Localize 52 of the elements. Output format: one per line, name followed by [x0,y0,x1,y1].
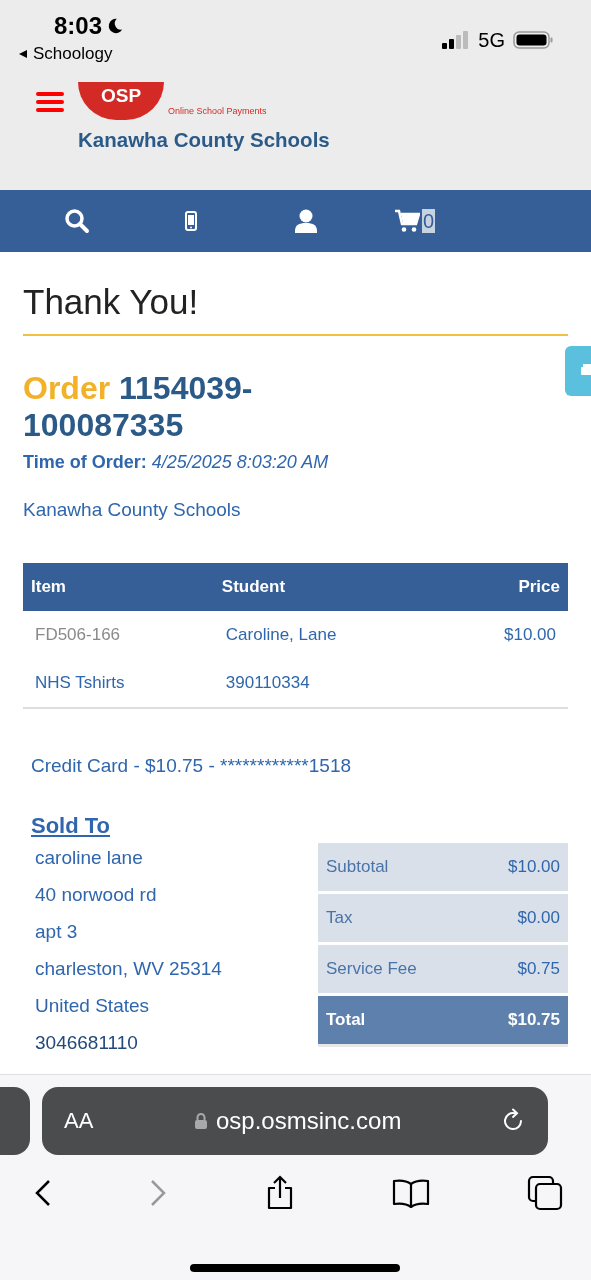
column-header: Price [440,563,568,611]
summary-value: $0.00 [517,908,560,928]
summary-label: Tax [326,908,353,928]
summary-value: $0.75 [517,959,560,979]
address-line: 3046681110 [34,1031,139,1055]
user-icon[interactable] [295,209,317,233]
summary-value: $10.75 [508,1010,560,1030]
logo-tagline: Online School Payments [168,106,267,116]
search-icon[interactable] [64,208,90,234]
bookmarks-icon[interactable] [391,1178,430,1208]
tabs-icon[interactable] [527,1175,563,1211]
address-bar[interactable]: AA osp.osmsinc.com [42,1087,548,1155]
url-text: osp.osmsinc.com [216,1107,402,1135]
summary-label: Subtotal [326,857,389,877]
cart-count: 0 [422,209,436,233]
time-of-order-label: Time of Order: [23,452,147,472]
address-line: caroline lane [34,846,144,870]
address-line: United States [34,994,151,1018]
school-name: Kanawha County Schools [23,499,242,521]
table-cell: 390110334 [213,659,441,708]
text-size-button[interactable]: AA [64,1108,94,1134]
address-line: apt 3 [34,920,79,944]
battery-icon [513,30,553,50]
sold-to-heading[interactable]: Sold To [31,813,222,839]
lock-icon [194,1112,208,1130]
signal-icon [442,30,471,50]
network-label: 5G [478,28,505,52]
summary-value: $10.00 [508,857,560,877]
table-cell: FD506-166 [23,611,214,659]
previous-tab-bar[interactable] [0,1087,30,1155]
address-line: 40 norwood rd [34,883,158,907]
summary-label: Total [326,1010,366,1030]
phone-icon[interactable] [185,211,197,231]
back-triangle-icon [18,49,28,59]
table-cell: Caroline, Lane [213,611,441,659]
payment-summary: Credit Card - $10.75 - ************1518 [31,755,353,777]
menu-icon[interactable] [36,90,64,114]
address-line: charleston, WV 25314 [34,957,222,981]
order-heading: Order 1154039-100087335 [23,370,254,444]
logo: OSP [78,82,164,120]
back-to-app-link[interactable]: Schoology [18,44,125,64]
summary-label: Service Fee [326,959,417,979]
column-header: Item [23,563,214,611]
clock-time: 8:03 [54,12,103,40]
cart-icon[interactable] [394,209,420,233]
organization-name: Kanawha County Schools [78,128,330,152]
time-of-order-value: 4/25/2025 8:03:20 AM [151,452,329,472]
table-cell: NHS Tshirts [23,659,214,708]
back-icon[interactable] [34,1178,52,1208]
table-cell: $10.00 [440,611,568,659]
column-header: Student [213,563,441,611]
page-title: Thank You! [23,282,568,336]
